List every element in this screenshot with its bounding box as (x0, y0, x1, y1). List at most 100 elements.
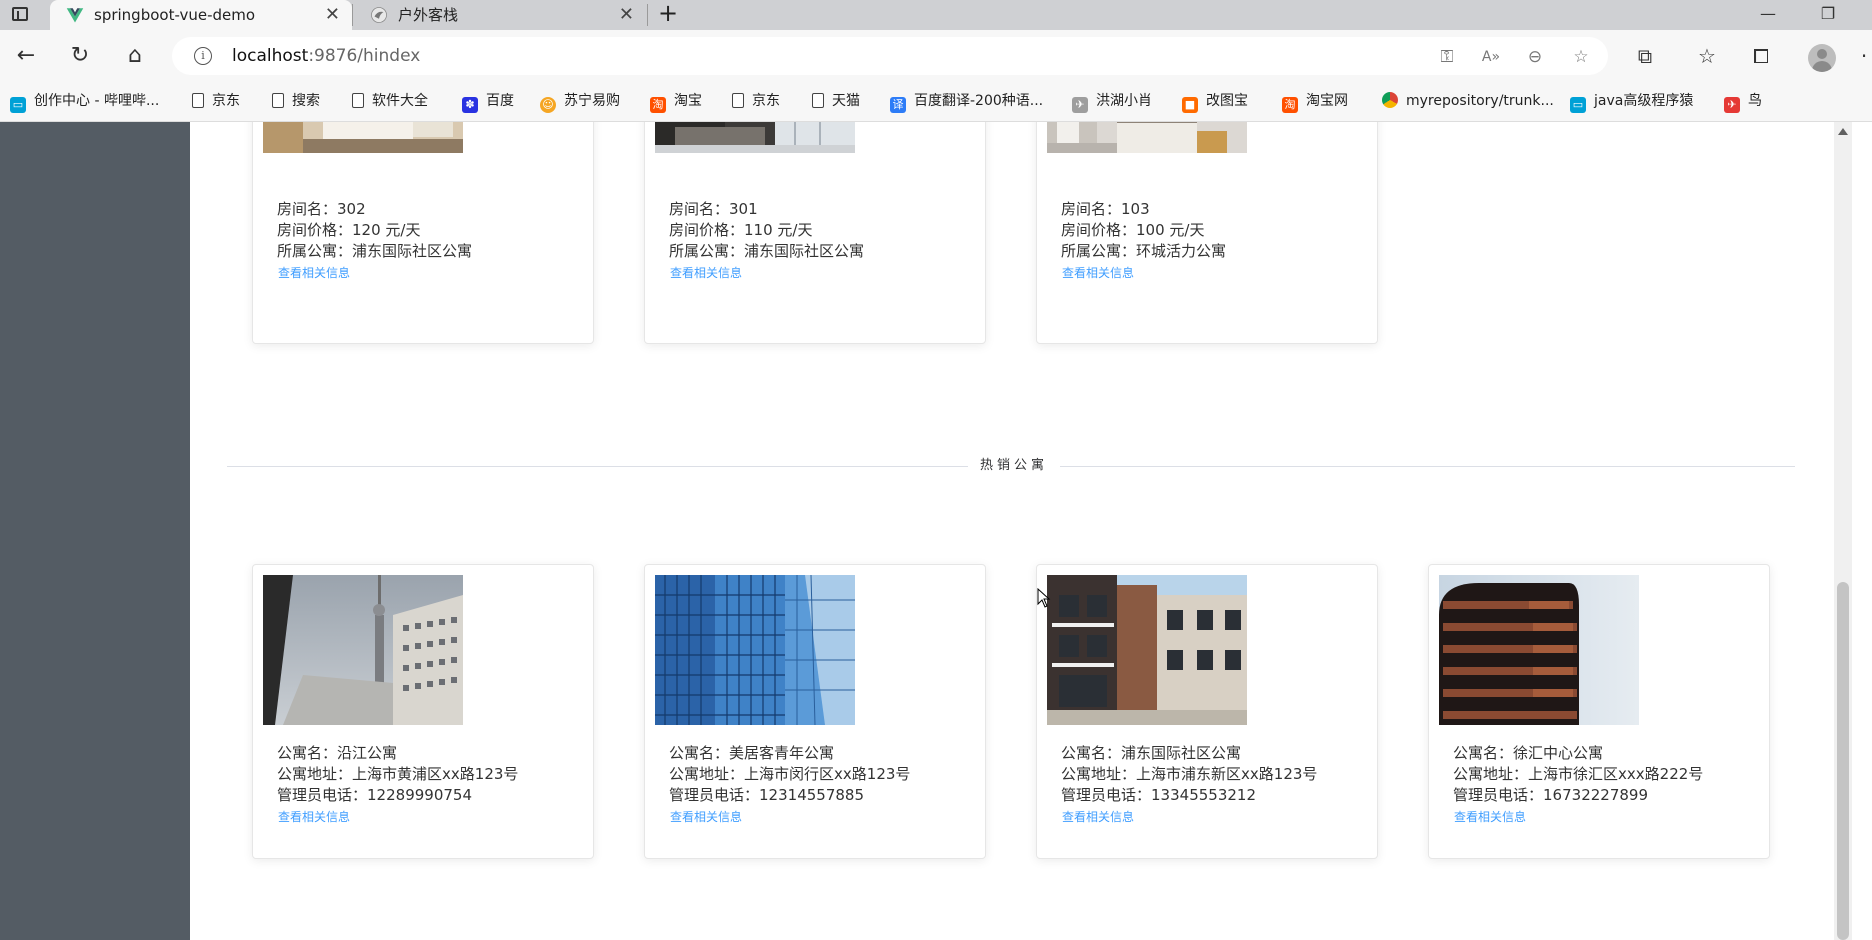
view-details-link[interactable]: 查看相关信息 (670, 264, 742, 281)
bird-favicon-icon (371, 7, 387, 23)
bookmark-item[interactable]: ✈ 鸟 (1724, 82, 1762, 120)
address-bar[interactable]: i localhost:9876/hindex ⚿ A» ⊖ ☆ (172, 37, 1608, 75)
bookmark-item[interactable]: ▭ java高级程序猿 (1570, 82, 1693, 120)
bookmark-item[interactable]: ▭ 创作中心 - 哔哩哔... (10, 82, 159, 120)
view-details-link[interactable]: 查看相关信息 (670, 808, 742, 825)
translate-icon: 译 (890, 97, 906, 113)
page-icon (732, 93, 744, 108)
apartment-photo (263, 575, 463, 725)
apartment-card: 公寓名：浦东国际社区公寓 公寓地址：上海市浦东新区xx路123号 管理员电话：1… (1036, 564, 1378, 859)
room-price: 房间价格：110 元/天 (669, 221, 813, 239)
room-name: 房间名：301 (669, 200, 758, 218)
bookmark-item[interactable]: 译百度翻译-200种语... (890, 82, 1043, 120)
section-title: 热销公寓 (968, 455, 1061, 477)
view-details-link[interactable]: 查看相关信息 (1062, 264, 1134, 281)
tab-outdoor-inn[interactable]: 户外客栈 ✕ (354, 0, 646, 30)
tab-title: springboot-vue-demo (94, 6, 256, 24)
bookmark-item[interactable]: 搜索 (272, 82, 320, 120)
close-tab-icon[interactable]: ✕ (619, 0, 634, 30)
room-name: 房间名：103 (1061, 200, 1150, 218)
bookmark-item[interactable]: 淘淘宝网 (1282, 82, 1348, 120)
room-photo (263, 122, 463, 153)
room-apartment: 所属公寓：环城活力公寓 (1061, 242, 1227, 260)
mouse-cursor-icon (1037, 588, 1051, 608)
view-details-link[interactable]: 查看相关信息 (278, 264, 350, 281)
room-card: 房间名：301 房间价格：110 元/天 所属公寓：浦东国际社区公寓 查看相关信… (644, 122, 986, 344)
baidu-paw-icon: ✽ (462, 97, 478, 113)
gaitubao-icon: ■ (1182, 97, 1198, 113)
back-icon[interactable]: ← (10, 40, 42, 72)
apartment-card: 公寓名：美居客青年公寓 公寓地址：上海市闵行区xx路123号 管理员电话：123… (644, 564, 986, 859)
apartment-name: 公寓名：美居客青年公寓 (669, 744, 835, 762)
room-photo (655, 122, 855, 153)
scroll-up-icon[interactable] (1838, 128, 1848, 135)
taobao-icon: 淘 (1282, 97, 1298, 113)
apartment-photo (655, 575, 855, 725)
tab-actions-icon[interactable] (12, 7, 28, 21)
bookmarks-bar: ▭ 创作中心 - 哔哩哔... 京东 搜索 软件大全 ✽ 百度 ☺ 苏宁易购 淘淘宝 … (0, 82, 1872, 122)
apartment-photo (1439, 575, 1639, 725)
bookmark-item[interactable]: ■ 改图宝 (1182, 82, 1248, 120)
url-text[interactable]: localhost:9876/hindex (232, 37, 420, 75)
browser-toolbar: ← ↻ ⌂ i localhost:9876/hindex ⚿ A» ⊖ ☆ ⧉… (0, 30, 1872, 82)
tab-separator (647, 4, 648, 26)
taobao-icon: 淘 (650, 97, 666, 113)
suning-icon: ☺ (540, 97, 556, 113)
bookmark-item[interactable]: ✽ 百度 (462, 82, 514, 120)
apartment-phone: 管理员电话：13345553212 (1061, 786, 1256, 804)
bookmark-item[interactable]: ☺ 苏宁易购 (540, 82, 620, 120)
apartment-name: 公寓名：沿江公寓 (277, 744, 398, 762)
view-details-link[interactable]: 查看相关信息 (1062, 808, 1134, 825)
view-details-link[interactable]: 查看相关信息 (1454, 808, 1526, 825)
room-name: 房间名：302 (277, 200, 366, 218)
site-info-icon[interactable]: i (194, 47, 212, 65)
view-details-link[interactable]: 查看相关信息 (278, 808, 350, 825)
profile-avatar-icon[interactable] (1808, 44, 1836, 72)
more-icon[interactable]: · (1856, 43, 1872, 69)
apartment-phone: 管理员电话：12289990754 (277, 786, 472, 804)
chrome-icon (1382, 92, 1398, 108)
apartment-address: 公寓地址：上海市徐汇区xxx路222号 (1453, 765, 1704, 783)
room-price: 房间价格：120 元/天 (277, 221, 421, 239)
bird-icon: ✈ (1072, 97, 1088, 113)
bookmark-item[interactable]: 软件大全 (352, 82, 428, 120)
bookmark-item[interactable]: ✈ 洪湖小肖 (1072, 82, 1152, 120)
bookmark-item[interactable]: 淘淘宝 (650, 82, 702, 120)
zoom-out-icon[interactable]: ⊖ (1524, 46, 1546, 68)
refresh-icon[interactable]: ↻ (64, 40, 96, 72)
room-photo (1047, 122, 1247, 153)
tab-springboot-vue-demo[interactable]: springboot-vue-demo ✕ (50, 0, 352, 30)
bookmark-item[interactable]: 京东 (732, 82, 780, 120)
apartment-address: 公寓地址：上海市黄浦区xx路123号 (277, 765, 519, 783)
collections-icon[interactable]: ⧠ (1748, 43, 1774, 69)
room-card: 房间名：103 房间价格：100 元/天 所属公寓：环城活力公寓 查看相关信息 (1036, 122, 1378, 344)
restore-icon[interactable]: ❐ (1798, 0, 1858, 30)
home-icon[interactable]: ⌂ (119, 40, 151, 72)
minimize-icon[interactable]: — (1738, 0, 1798, 30)
bilibili-icon: ▭ (10, 97, 26, 113)
room-price: 房间价格：100 元/天 (1061, 221, 1205, 239)
room-apartment: 所属公寓：浦东国际社区公寓 (277, 242, 473, 260)
key-icon[interactable]: ⚿ (1436, 46, 1458, 68)
apartment-card: 公寓名：沿江公寓 公寓地址：上海市黄浦区xx路123号 管理员电话：122899… (252, 564, 594, 859)
apartment-phone: 管理员电话：12314557885 (669, 786, 864, 804)
close-tab-icon[interactable]: ✕ (325, 0, 340, 30)
read-aloud-icon[interactable]: A» (1480, 46, 1502, 68)
red-bird-icon: ✈ (1724, 97, 1740, 113)
favorites-icon[interactable]: ☆ (1694, 43, 1720, 69)
page-icon (352, 93, 364, 108)
tab-strip: springboot-vue-demo ✕ 户外客栈 ✕ + — ❐ (0, 0, 1872, 30)
add-favorite-icon[interactable]: ☆ (1570, 46, 1592, 68)
scrollbar-thumb[interactable] (1837, 582, 1849, 940)
page-scrollbar[interactable] (1834, 122, 1852, 940)
bookmark-item[interactable]: myrepository/trunk... (1382, 82, 1554, 120)
bookmark-item[interactable]: 京东 (192, 82, 240, 120)
apartment-address: 公寓地址：上海市闵行区xx路123号 (669, 765, 911, 783)
left-nav-menu (0, 122, 190, 940)
bookmark-item[interactable]: 天猫 (812, 82, 860, 120)
new-tab-icon[interactable]: + (658, 0, 678, 26)
extensions-icon[interactable]: ⧉ (1632, 43, 1658, 69)
room-card: 房间名：302 房间价格：120 元/天 所属公寓：浦东国际社区公寓 查看相关信… (252, 122, 594, 344)
page-icon (272, 93, 284, 108)
apartment-address: 公寓地址：上海市浦东新区xx路123号 (1061, 765, 1318, 783)
